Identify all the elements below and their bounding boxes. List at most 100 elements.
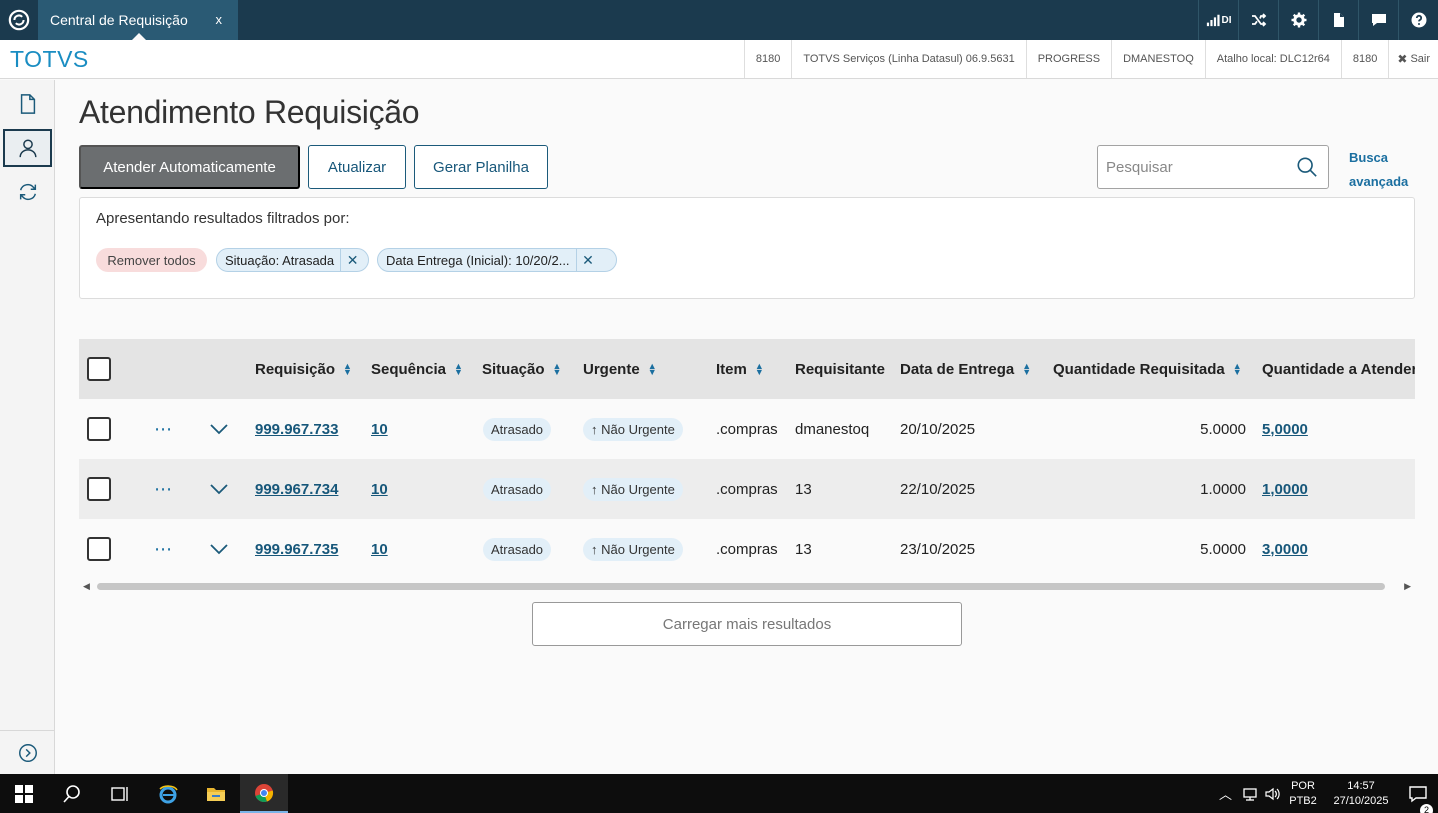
notification-icon: [1409, 785, 1427, 802]
column-header-sequencia[interactable]: Sequência ▲ ▼: [371, 339, 463, 399]
gear-icon: [1291, 12, 1306, 28]
requisition-link[interactable]: 999.967.735: [255, 541, 338, 558]
taskbar-chrome[interactable]: [240, 774, 288, 813]
info-user: DMANESTOQ: [1111, 40, 1205, 78]
close-icon[interactable]: ✕: [575, 249, 600, 271]
column-header-qtd-atender[interactable]: Quantidade a Atender: [1262, 339, 1415, 399]
shuffle-icon: [1251, 13, 1266, 27]
document-button[interactable]: [1318, 0, 1358, 40]
tab-close-button[interactable]: x: [216, 12, 223, 27]
sequence-link[interactable]: 10: [371, 421, 388, 438]
qty-to-attend-link[interactable]: 1,0000: [1262, 481, 1308, 498]
row-checkbox[interactable]: [87, 399, 111, 459]
scroll-right-icon[interactable]: ▶: [1404, 581, 1411, 592]
delivery-date-cell: 20/10/2025: [900, 420, 976, 438]
totvs-logo-icon[interactable]: [0, 0, 38, 40]
info-port: 8180: [743, 40, 791, 78]
network-icon[interactable]: [1242, 786, 1258, 802]
clock[interactable]: 14:57 27/10/2025: [1324, 779, 1398, 809]
taskbar-search-button[interactable]: [48, 774, 96, 813]
user-icon: [18, 139, 37, 158]
sidebar-expand-button[interactable]: [0, 730, 55, 774]
sidebar-item-user[interactable]: [3, 129, 52, 167]
task-view-icon: [111, 786, 128, 801]
info-shortcut: Atalho local: DLC12r64: [1204, 40, 1341, 78]
scrollbar-thumb[interactable]: [97, 583, 1385, 590]
table-row: ⋯ 999.967.734 10 Atrasado ↑ Não Urgente …: [79, 459, 1415, 519]
internet-explorer-icon: [159, 784, 178, 803]
chat-button[interactable]: [1358, 0, 1398, 40]
urgency-badge: ↑ Não Urgente: [583, 477, 683, 501]
generate-sheet-button[interactable]: Gerar Planilha: [414, 145, 548, 189]
requisition-link[interactable]: 999.967.734: [255, 481, 338, 498]
expand-row-button[interactable]: [210, 399, 228, 459]
help-icon: [1411, 12, 1426, 28]
horizontal-scrollbar[interactable]: ◀ ▶: [79, 580, 1415, 592]
tab-central-requisicao[interactable]: Central de Requisição x: [38, 0, 238, 40]
scroll-left-icon[interactable]: ◀: [83, 581, 90, 592]
search-input[interactable]: [1106, 158, 1286, 176]
requester-cell: 13: [795, 540, 812, 558]
settings-button[interactable]: [1278, 0, 1318, 40]
column-header-qtd-requisitada[interactable]: Quantidade Requisitada ▲ ▼: [1053, 339, 1242, 399]
chevron-right-circle-icon: [18, 743, 37, 762]
column-header-urgente[interactable]: Urgente ▲ ▼: [583, 339, 657, 399]
item-cell: .compras: [716, 480, 778, 498]
qty-to-attend-link[interactable]: 5,0000: [1262, 421, 1308, 438]
load-more-button[interactable]: Carregar mais resultados: [532, 602, 962, 646]
advanced-search-link[interactable]: Busca avançada: [1349, 146, 1419, 194]
input-language[interactable]: POR PTB2: [1286, 779, 1320, 809]
signal-label: DI: [1221, 14, 1232, 26]
remove-all-filters-chip[interactable]: Remover todos: [96, 248, 207, 272]
sort-icon: ▲ ▼: [1022, 361, 1032, 377]
signal-button[interactable]: DI: [1198, 0, 1238, 40]
sort-icon: ▲ ▼: [454, 361, 463, 377]
sort-icon: ▲ ▼: [343, 361, 352, 377]
column-header-data-entrega[interactable]: Data de Entrega ▲ ▼: [900, 339, 1031, 399]
more-options-icon[interactable]: ⋯: [154, 519, 173, 579]
sidebar: [0, 80, 55, 774]
qty-requested-cell: 1.0000: [1200, 480, 1246, 498]
close-icon[interactable]: ✕: [340, 249, 364, 271]
top-bar: Central de Requisição x DI: [0, 0, 1438, 40]
row-checkbox[interactable]: [87, 459, 111, 519]
logout-button[interactable]: ✖ Sair: [1388, 40, 1438, 78]
taskbar-ie[interactable]: [144, 774, 192, 813]
filter-chip-label: Situação: Atrasada: [225, 252, 335, 268]
info-port-2: 8180: [1340, 40, 1388, 78]
more-options-icon[interactable]: ⋯: [154, 459, 173, 519]
expand-row-button[interactable]: [210, 519, 228, 579]
notification-count: 2: [1420, 803, 1433, 813]
sequence-link[interactable]: 10: [371, 481, 388, 498]
start-button[interactable]: [0, 774, 48, 813]
search-box: [1097, 145, 1329, 189]
taskbar-file-explorer[interactable]: [192, 774, 240, 813]
column-header-item[interactable]: Item ▲ ▼: [716, 339, 764, 399]
chevron-up-icon[interactable]: ︿: [1219, 784, 1232, 803]
qty-to-attend-link[interactable]: 3,0000: [1262, 541, 1308, 558]
row-checkbox[interactable]: [87, 519, 111, 579]
column-header-requisitante[interactable]: Requisitante: [795, 339, 885, 399]
chevron-down-icon: [210, 484, 228, 495]
expand-row-button[interactable]: [210, 459, 228, 519]
qty-requested-cell: 5.0000: [1200, 540, 1246, 558]
more-options-icon[interactable]: ⋯: [154, 399, 173, 459]
arrow-up-icon: ↑: [591, 481, 602, 497]
auto-attend-button[interactable]: Atender Automaticamente: [79, 145, 300, 189]
filter-panel: Apresentando resultados filtrados por: R…: [79, 197, 1415, 299]
select-all-checkbox[interactable]: [87, 339, 111, 399]
requisition-link[interactable]: 999.967.733: [255, 421, 338, 438]
notification-center-button[interactable]: 2: [1398, 784, 1438, 813]
sidebar-item-document[interactable]: [3, 85, 52, 123]
column-header-requisicao[interactable]: Requisição ▲ ▼: [255, 339, 352, 399]
help-button[interactable]: [1398, 0, 1438, 40]
search-icon[interactable]: [1296, 156, 1318, 178]
refresh-button[interactable]: Atualizar: [308, 145, 406, 189]
task-view-button[interactable]: [96, 774, 144, 813]
volume-icon[interactable]: [1264, 786, 1280, 802]
column-header-situacao[interactable]: Situação ▲ ▼: [482, 339, 561, 399]
sidebar-item-refresh[interactable]: [3, 173, 52, 211]
folder-icon: [207, 787, 225, 801]
sequence-link[interactable]: 10: [371, 541, 388, 558]
shuffle-button[interactable]: [1238, 0, 1278, 40]
